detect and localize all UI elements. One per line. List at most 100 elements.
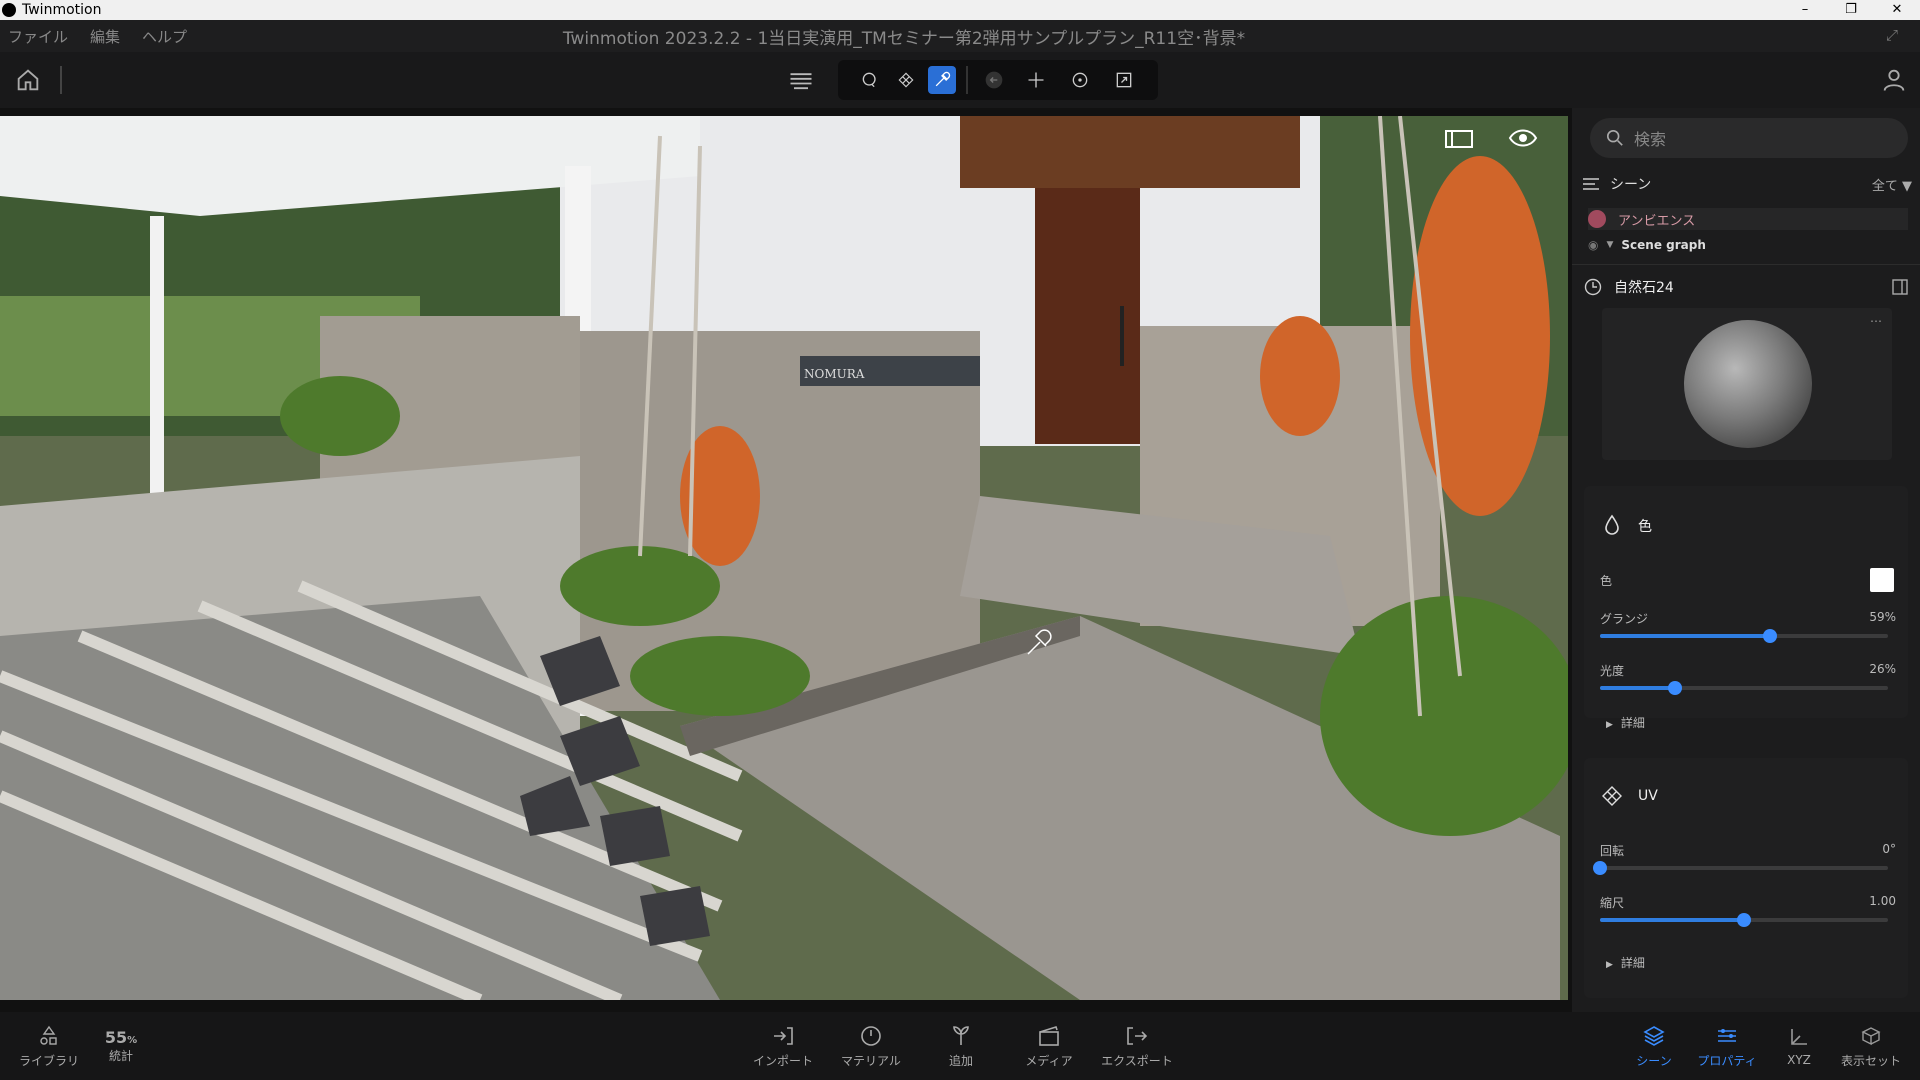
uv-detail-toggle[interactable]: ▶ 詳細 — [1606, 954, 1645, 971]
layers-stack-icon — [1643, 1025, 1665, 1046]
material-button[interactable]: マテリアル — [836, 1012, 906, 1080]
eye-small-icon: ◉ — [1588, 238, 1599, 252]
grunge-slider-knob[interactable] — [1763, 629, 1777, 643]
grunge-slider-fill — [1600, 634, 1770, 638]
scene-graph-item[interactable]: ◉ ▼ Scene graph — [1588, 236, 1908, 254]
properties-icon — [1718, 1028, 1736, 1042]
fullscreen-icon[interactable]: ⤢ — [1886, 26, 1898, 44]
home-icon[interactable] — [14, 66, 42, 94]
user-icon[interactable] — [1880, 66, 1908, 94]
frame-toggle-icon[interactable] — [1444, 128, 1474, 150]
minimize-button[interactable]: – — [1782, 0, 1828, 20]
library-button[interactable]: ライブラリ — [18, 1012, 80, 1080]
scale-tool-button[interactable] — [1110, 66, 1138, 94]
add-plant-icon — [953, 1025, 969, 1045]
material-label: マテリアル — [841, 1053, 901, 1068]
eye-icon[interactable] — [1508, 126, 1538, 150]
3d-viewport[interactable]: NOMURA — [0, 116, 1568, 1000]
scene-filter-dropdown[interactable]: 全て ▼ — [1872, 175, 1912, 194]
export-button[interactable]: エクスポート — [1096, 1012, 1178, 1080]
material-sphere — [1684, 320, 1812, 448]
xyz-tab-label: XYZ — [1787, 1053, 1811, 1067]
uv-icon — [1602, 786, 1622, 806]
rotate-tool-button[interactable] — [1066, 66, 1094, 94]
media-label: メディア — [1025, 1053, 1073, 1068]
back-tool-button[interactable] — [980, 66, 1008, 94]
eyedropper-tool-button[interactable] — [928, 66, 956, 94]
color-drops-icon — [1605, 514, 1619, 535]
move-tool-button[interactable] — [1022, 66, 1050, 94]
rotation-slider[interactable] — [1593, 861, 1888, 875]
gloss-slider-fill — [1600, 686, 1675, 690]
properties-tab-button[interactable]: プロパティ — [1694, 1012, 1760, 1080]
lasso-tool-button[interactable] — [856, 66, 884, 94]
color-section-header[interactable]: 色 — [1600, 514, 1652, 538]
more-options-icon[interactable]: ⋯ — [1870, 314, 1882, 328]
search-input[interactable]: 検索 — [1590, 118, 1908, 158]
material-preview[interactable]: ⋯ — [1602, 308, 1892, 460]
display-set-tab-button[interactable]: 表示セット — [1836, 1012, 1906, 1080]
globe-icon — [1588, 210, 1606, 228]
scale-slider[interactable] — [1600, 913, 1888, 927]
color-detail-toggle[interactable]: ▶ 詳細 — [1606, 714, 1645, 731]
gloss-slider-knob[interactable] — [1668, 681, 1682, 695]
display-set-icon — [1861, 1026, 1881, 1045]
export-label: エクスポート — [1101, 1053, 1173, 1068]
scene-tab-button[interactable]: シーン — [1626, 1012, 1682, 1080]
stats-button[interactable]: 55% 統計 — [96, 1012, 146, 1080]
uv-section: UV 回転 0° 縮尺 1.00 ▶ 詳細 — [1584, 758, 1908, 998]
import-icon — [774, 1026, 793, 1045]
twinmotion-logo-icon — [2, 3, 16, 17]
scene-filter-value: 全て — [1871, 178, 1898, 194]
nameplate-text: NOMURA — [804, 367, 865, 381]
color-section-title: 色 — [1638, 519, 1652, 535]
layers-icon[interactable] — [786, 66, 816, 94]
color-section: 色 色 グランジ 59% 光度 26% ▶ 詳細 — [1584, 486, 1908, 730]
display-set-tab-label: 表示セット — [1840, 1053, 1901, 1068]
menu-bar: ファイル 編集 ヘルプ Twinmotion 2023.2.2 - 1当日実演用… — [0, 20, 1920, 52]
media-button[interactable]: メディア — [1014, 1012, 1084, 1080]
library-shapes-icon — [40, 1025, 57, 1045]
restore-button[interactable]: ❐ — [1828, 0, 1874, 20]
rotation-slider-knob[interactable] — [1593, 861, 1607, 875]
material-icon — [861, 1025, 881, 1046]
lasso-icon — [862, 72, 876, 88]
gloss-slider[interactable] — [1600, 681, 1888, 695]
color-detail-label: 詳細 — [1620, 716, 1645, 730]
expand-arrow-icon: ▼ — [1606, 240, 1614, 250]
stats-unit: % — [127, 1035, 138, 1046]
uv-detail-label: 詳細 — [1620, 956, 1645, 970]
uv-section-title: UV — [1638, 788, 1658, 804]
uv-section-header[interactable]: UV — [1600, 784, 1658, 808]
search-placeholder: 検索 — [1634, 130, 1667, 149]
scene-title: シーン — [1610, 177, 1652, 193]
viewport-scene: NOMURA — [0, 116, 1568, 1000]
eyedropper-icon — [935, 71, 951, 87]
twinmotion-window: Twinmotion – ❐ ✕ ファイル 編集 ヘルプ Twinmotion … — [0, 0, 1920, 1080]
bottom-dock: ライブラリ 55% 統計 インポート マテリアル 追加 メディア エクスポート — [0, 1012, 1920, 1080]
move-icon — [1028, 72, 1044, 88]
os-app-name: Twinmotion — [22, 2, 102, 18]
add-button[interactable]: 追加 — [926, 1012, 996, 1080]
split-view-icon[interactable] — [1892, 278, 1908, 295]
ambience-item[interactable]: アンビエンス — [1588, 208, 1908, 230]
document-title: Twinmotion 2023.2.2 - 1当日実演用_TMセミナー第2弾用サ… — [562, 28, 1246, 49]
color-swatch[interactable] — [1870, 568, 1894, 592]
scale-value: 1.00 — [1869, 894, 1896, 908]
xyz-tab-button[interactable]: XYZ — [1776, 1012, 1822, 1080]
grunge-slider[interactable] — [1600, 629, 1888, 643]
export-icon — [1127, 1026, 1148, 1045]
ambience-label: アンビエンス — [1618, 213, 1696, 229]
axis-icon — [1791, 1029, 1807, 1045]
selected-material-header: 自然石24 — [1572, 264, 1920, 308]
tool-divider — [966, 66, 968, 94]
material-clock-icon — [1584, 278, 1602, 295]
selected-material-name: 自然石24 — [1614, 279, 1674, 296]
os-title-bar: Twinmotion – ❐ ✕ — [0, 0, 1920, 20]
scale-slider-knob[interactable] — [1737, 913, 1751, 927]
tool-group — [838, 60, 1158, 100]
uv-tool-button[interactable] — [892, 66, 920, 94]
import-button[interactable]: インポート — [748, 1012, 818, 1080]
close-button[interactable]: ✕ — [1874, 0, 1920, 20]
scene-header: シーン 全て ▼ — [1582, 172, 1912, 196]
